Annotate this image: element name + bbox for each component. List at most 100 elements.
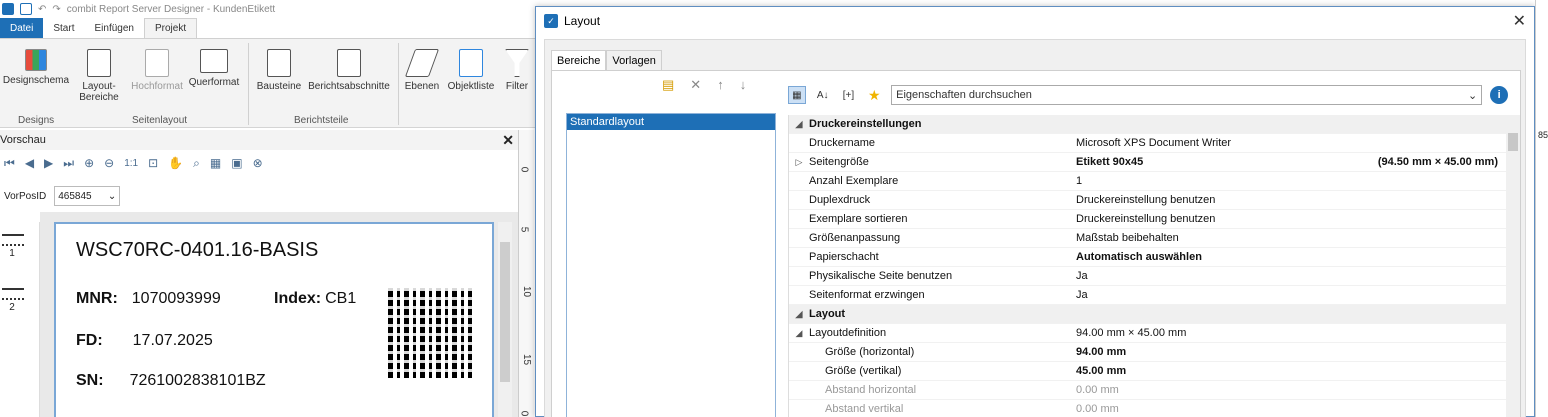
- property-row[interactable]: Größe (vertikal) 45.00 mm: [789, 362, 1506, 381]
- close-preview-icon[interactable]: ✕: [502, 132, 514, 149]
- property-row[interactable]: Größenanpassung Maßstab beibehalten: [789, 229, 1506, 248]
- scroll-thumb[interactable]: [500, 242, 510, 382]
- property-row[interactable]: Papierschacht Automatisch auswählen: [789, 248, 1506, 267]
- alphabetical-sort-icon[interactable]: A↓: [814, 86, 832, 104]
- property-value-text: Microsoft XPS Document Writer: [1076, 137, 1232, 149]
- layout-dialog: ✓ Layout ✕ Bereiche Vorlagen ▤ ✕ ↑ ↓ Sta…: [535, 6, 1535, 417]
- grid-scrollbar[interactable]: [1506, 115, 1520, 417]
- collapse-icon[interactable]: ◢: [789, 309, 809, 320]
- sn-value: 7261002838101BZ: [129, 372, 266, 389]
- property-name: Duplexdruck: [809, 194, 871, 206]
- property-name: Abstand vertikal: [825, 403, 904, 415]
- layout-properties: Größe (horizontal) 94.00 mm Größe (vertika…: [789, 343, 1506, 417]
- property-row[interactable]: Druckername Microsoft XPS Document Writer: [789, 134, 1506, 153]
- ebenen-button[interactable]: Ebenen: [402, 49, 442, 92]
- berichtsabschnitte-label: Berichtsabschnitte: [308, 81, 390, 92]
- property-value: 94.00 mm: [1076, 346, 1506, 358]
- last-page-icon[interactable]: ⏭: [63, 156, 74, 171]
- tab-vorlagen[interactable]: Vorlagen: [606, 50, 662, 70]
- berichtsabschnitte-button[interactable]: Berichtsabschnitte: [304, 49, 394, 92]
- next-page-icon[interactable]: ▶: [44, 156, 53, 170]
- favorites-star-icon[interactable]: ★: [865, 86, 883, 104]
- background-window-edge: 85: [1535, 0, 1548, 417]
- property-row[interactable]: Seitenformat erzwingen Ja: [789, 286, 1506, 305]
- move-down-icon[interactable]: ↓: [740, 77, 747, 93]
- expand-icon[interactable]: ▷: [789, 157, 809, 168]
- zoom-select-icon[interactable]: ⌕: [193, 156, 200, 171]
- category-row[interactable]: ◢ Layout: [789, 305, 1506, 324]
- thumbnail-number: 2: [9, 302, 15, 313]
- collapse-icon[interactable]: ◢: [789, 328, 809, 339]
- preview-header: Vorschau ✕: [0, 130, 520, 150]
- property-value-text: 1: [1076, 175, 1083, 187]
- mnr-line: MNR: 1070093999: [76, 290, 221, 308]
- property-value: 0.00 mm: [1076, 384, 1506, 396]
- tab-start[interactable]: Start: [43, 18, 84, 38]
- list-item[interactable]: Standardlayout: [567, 114, 775, 130]
- objektliste-button[interactable]: Objektliste: [442, 49, 500, 92]
- property-row[interactable]: Größe (horizontal) 94.00 mm: [789, 343, 1506, 362]
- property-row[interactable]: Physikalische Seite benutzen Ja: [789, 267, 1506, 286]
- redo-icon[interactable]: ↷: [52, 4, 60, 15]
- property-search-input[interactable]: Eigenschaften durchsuchen ⌄: [891, 85, 1483, 105]
- chevron-down-icon: ⌄: [1467, 89, 1478, 102]
- tab-bereiche[interactable]: Bereiche: [551, 50, 607, 70]
- label-preview: WSC70RC-0401.16-BASIS MNR: 1070093999 Ind…: [54, 222, 494, 417]
- vorpos-combo[interactable]: 465845 ⌄: [54, 186, 121, 206]
- first-page-icon[interactable]: ⏮: [4, 156, 15, 171]
- save-icon[interactable]: [20, 3, 32, 15]
- property-row[interactable]: Abstand horizontal 0.00 mm: [789, 381, 1506, 400]
- sn-label: SN:: [76, 372, 104, 389]
- property-row[interactable]: Anzahl Exemplare 1: [789, 172, 1506, 191]
- property-value: Microsoft XPS Document Writer: [1076, 137, 1506, 149]
- dialog-close-icon[interactable]: ✕: [1513, 11, 1526, 31]
- property-name: Physikalische Seite benutzen: [809, 270, 953, 282]
- undo-icon[interactable]: ↶: [38, 4, 46, 15]
- info-icon[interactable]: i: [1490, 86, 1508, 104]
- property-value: Druckereinstellung benutzen: [1076, 194, 1506, 206]
- hand-icon[interactable]: ✋: [168, 156, 183, 170]
- preview-scrollbar[interactable]: [498, 222, 512, 417]
- tab-einfuegen[interactable]: Einfügen: [84, 18, 143, 38]
- category-row[interactable]: ◢ Druckereinstellungen: [789, 115, 1506, 134]
- property-row[interactable]: Duplexdruck Druckereinstellung benutzen: [789, 191, 1506, 210]
- stop-icon[interactable]: ⊗: [253, 156, 263, 170]
- thumbnail-page-2[interactable]: 2: [2, 288, 24, 313]
- zoom-reset-button[interactable]: 1:1: [124, 158, 138, 169]
- collapse-icon[interactable]: ◢: [789, 119, 809, 130]
- thumbnail-icon[interactable]: ▦: [210, 156, 221, 170]
- landscape-icon: [200, 49, 228, 73]
- designschema-button[interactable]: Designschema: [2, 49, 70, 86]
- zoom-in-icon[interactable]: ⊕: [84, 156, 94, 170]
- ruler-tick: 5: [518, 226, 530, 233]
- property-row[interactable]: ▷ Seitengröße Etikett 90x45 (94.50 mm × 45.…: [789, 153, 1506, 172]
- prev-page-icon[interactable]: ◀: [25, 156, 34, 170]
- property-value: 45.00 mm: [1076, 365, 1506, 377]
- filter-button[interactable]: Filter: [500, 49, 534, 92]
- label-title: WSC70RC-0401.16-BASIS: [76, 239, 319, 261]
- querformat-button[interactable]: Querformat: [186, 49, 242, 88]
- palette-icon: [25, 49, 47, 71]
- fit-page-icon[interactable]: ⊡: [148, 156, 158, 170]
- tab-datei[interactable]: Datei: [0, 18, 44, 38]
- tab-projekt[interactable]: Projekt: [143, 18, 198, 38]
- categorized-view-icon[interactable]: ▦: [788, 86, 806, 104]
- bausteine-button[interactable]: Bausteine: [254, 49, 304, 92]
- property-row[interactable]: Abstand vertikal 0.00 mm: [789, 400, 1506, 417]
- new-item-icon[interactable]: ▤: [662, 77, 674, 93]
- thumbnail-page-1[interactable]: 1: [2, 234, 24, 259]
- zoom-out-icon[interactable]: ⊖: [104, 156, 114, 170]
- property-row[interactable]: Exemplare sortieren Druckereinstellung be…: [789, 210, 1506, 229]
- property-row[interactable]: ◢ Layoutdefinition 94.00 mm × 45.00 mm: [789, 324, 1506, 343]
- scroll-thumb[interactable]: [1508, 133, 1518, 151]
- property-name: Größenanpassung: [809, 232, 901, 244]
- hochformat-button[interactable]: Hochformat: [128, 49, 186, 92]
- group-berichtsteile-label: Berichtsteile: [294, 115, 349, 126]
- property-value: Etikett 90x45 (94.50 mm × 45.00 mm): [1076, 156, 1506, 168]
- export-icon[interactable]: ▣: [231, 156, 242, 170]
- index-line: Index: CB1: [274, 290, 356, 308]
- move-up-icon[interactable]: ↑: [717, 77, 724, 93]
- expand-all-button[interactable]: [+]: [840, 86, 858, 104]
- delete-icon[interactable]: ✕: [690, 77, 701, 93]
- layout-bereiche-button[interactable]: Layout- Bereiche: [72, 49, 126, 103]
